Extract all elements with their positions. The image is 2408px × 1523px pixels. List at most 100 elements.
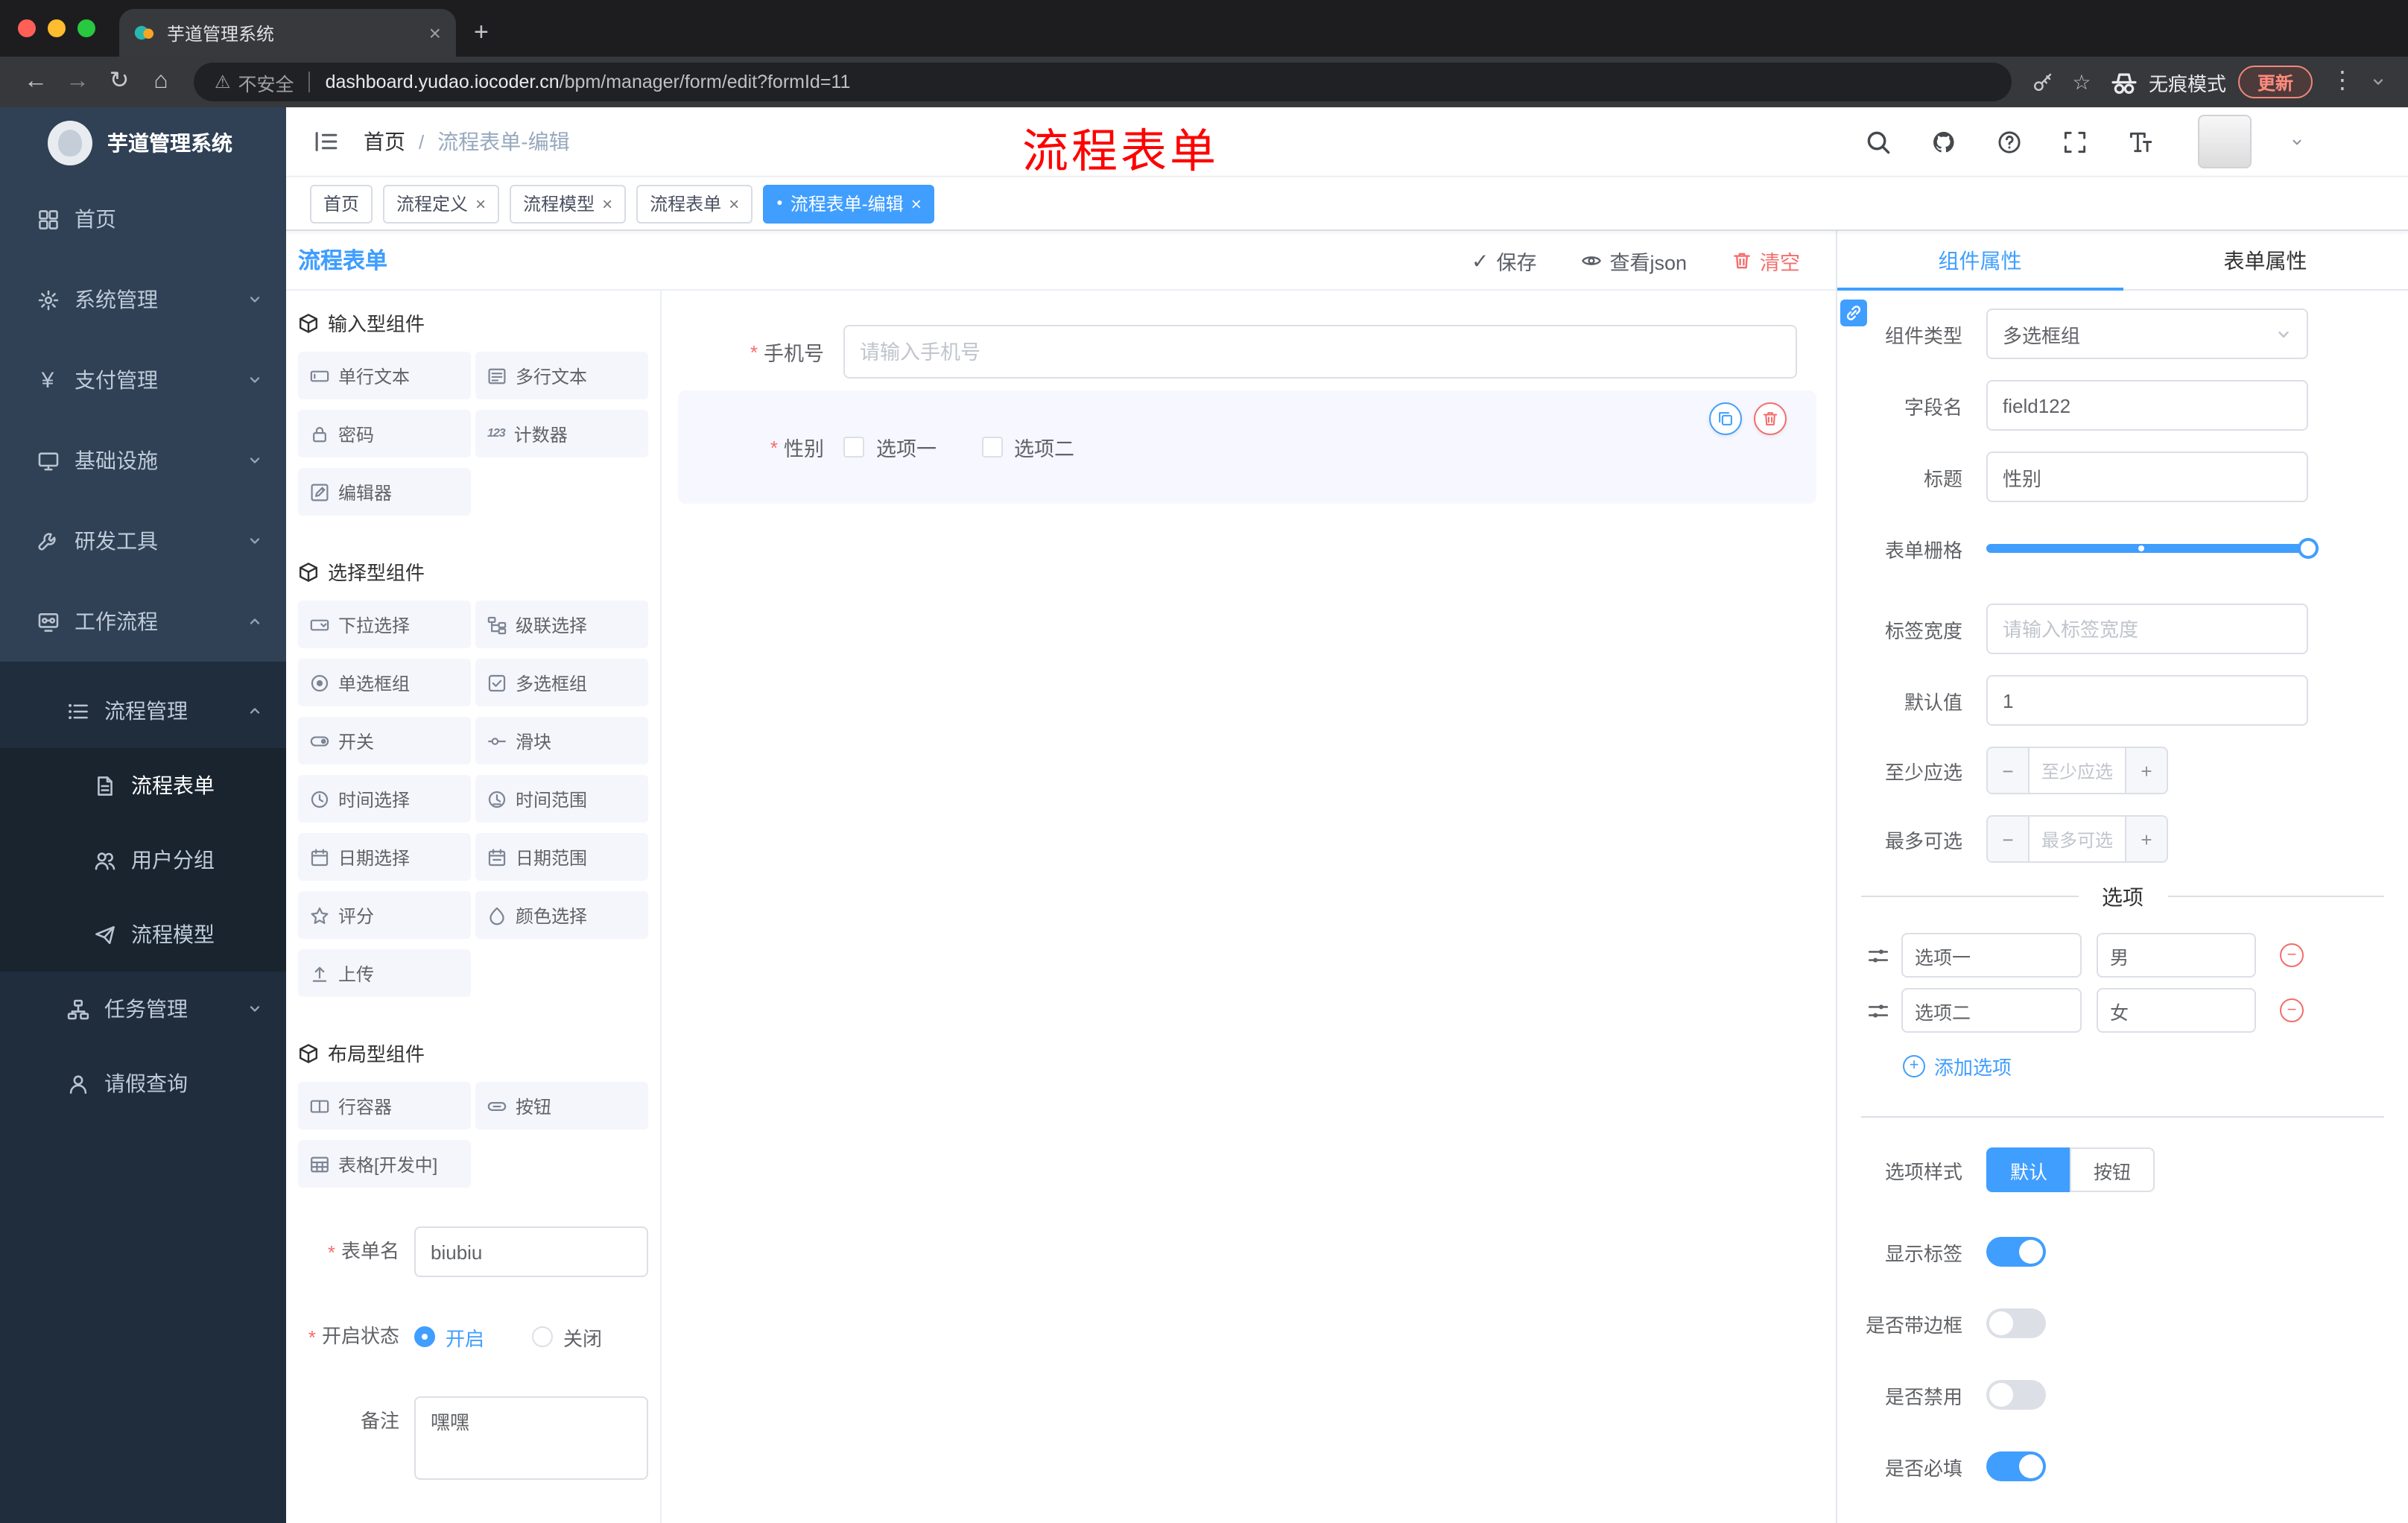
breadcrumb-home[interactable]: 首页: [364, 127, 405, 156]
toolbar-chevron-icon[interactable]: [2363, 75, 2393, 89]
user-avatar[interactable]: [2198, 115, 2252, 168]
sidebar-item-process-form[interactable]: 流程表单: [0, 748, 286, 823]
back-button[interactable]: ←: [15, 61, 57, 103]
form-canvas[interactable]: *手机号 *性别 选项一 选项二: [662, 291, 1836, 1523]
option-1-label-input[interactable]: [1901, 933, 2082, 978]
page-tab-home[interactable]: 首页: [310, 184, 373, 223]
form-remark-textarea[interactable]: 嘿嘿: [414, 1396, 648, 1480]
page-tab-process-form[interactable]: 流程表单 ×: [636, 184, 753, 223]
help-icon[interactable]: [1995, 129, 2022, 154]
sidebar-item-leave-query[interactable]: 请假查询: [0, 1046, 286, 1121]
sidebar-item-task-mgmt[interactable]: 任务管理: [0, 972, 286, 1046]
new-tab-button[interactable]: +: [474, 19, 489, 45]
sidebar-item-process-model[interactable]: 流程模型: [0, 897, 286, 972]
view-json-button[interactable]: 查看json: [1581, 245, 1687, 275]
title-input[interactable]: [1986, 452, 2308, 502]
min-select-stepper[interactable]: − 至少应选 +: [1986, 747, 2168, 794]
sidebar-item-home[interactable]: 首页: [0, 179, 286, 259]
bookmark-star-icon[interactable]: ☆: [2062, 61, 2101, 103]
save-button[interactable]: ✓ 保存: [1471, 245, 1536, 275]
sidebar-item-payment[interactable]: ¥ 支付管理: [0, 340, 286, 420]
address-bar[interactable]: ⚠ 不安全 dashboard.yudao.iocoder.cn/bpm/man…: [194, 63, 2012, 101]
decrease-button[interactable]: −: [1988, 748, 2030, 793]
tab-close-icon[interactable]: ×: [729, 194, 739, 212]
palette-item-date-picker[interactable]: 日期选择: [298, 833, 471, 881]
increase-button[interactable]: +: [2125, 748, 2167, 793]
page-tab-process-form-edit[interactable]: ● 流程表单-编辑 ×: [763, 184, 935, 223]
max-select-stepper[interactable]: − 最多可选 +: [1986, 815, 2168, 863]
browser-tab[interactable]: 芋道管理系统 ×: [119, 9, 456, 57]
palette-item-single-text[interactable]: 单行文本: [298, 352, 471, 399]
avatar-caret-icon[interactable]: [2290, 135, 2304, 148]
palette-item-radio-group[interactable]: 单选框组: [298, 659, 471, 706]
required-switch[interactable]: [1986, 1451, 2046, 1481]
decrease-button[interactable]: −: [1988, 817, 2030, 861]
palette-item-time-range[interactable]: 时间范围: [475, 775, 648, 823]
checkbox-box[interactable]: [843, 437, 864, 457]
github-icon[interactable]: [1930, 129, 1956, 154]
delete-widget-button[interactable]: [1754, 402, 1787, 435]
palette-item-table[interactable]: 表格[开发中]: [298, 1140, 471, 1188]
palette-item-editor[interactable]: 编辑器: [298, 468, 471, 516]
tab-close-icon[interactable]: ×: [911, 194, 922, 212]
style-button-button[interactable]: 按钮: [2070, 1147, 2155, 1192]
palette-item-select[interactable]: 下拉选择: [298, 601, 471, 648]
password-key-icon[interactable]: [2024, 61, 2062, 103]
sidebar-item-infra[interactable]: 基础设施: [0, 420, 286, 501]
with-border-switch[interactable]: [1986, 1308, 2046, 1338]
sidebar-item-process-mgmt[interactable]: 流程管理: [0, 674, 286, 748]
palette-item-upload[interactable]: 上传: [298, 949, 471, 997]
tab-close-icon[interactable]: ×: [429, 22, 441, 43]
link-field-button[interactable]: [1840, 300, 1867, 326]
reload-button[interactable]: ↻: [98, 61, 140, 103]
slider-track[interactable]: [1986, 538, 2319, 559]
gender-option-1-checkbox[interactable]: 选项一: [843, 432, 937, 462]
min-select-value[interactable]: 至少应选: [2030, 748, 2125, 793]
label-width-input[interactable]: [1986, 604, 2308, 654]
update-button[interactable]: 更新: [2237, 66, 2313, 98]
status-on-radio[interactable]: 开启: [414, 1323, 484, 1351]
palette-item-password[interactable]: 密码: [298, 410, 471, 457]
slider-handle[interactable]: [2298, 538, 2319, 559]
collapse-sidebar-button[interactable]: [310, 128, 343, 155]
page-tab-process-definition[interactable]: 流程定义 ×: [383, 184, 500, 223]
sidebar-item-workflow[interactable]: 工作流程: [0, 581, 286, 662]
form-name-input[interactable]: [414, 1226, 648, 1277]
drag-handle-icon[interactable]: [1867, 944, 1889, 966]
font-size-icon[interactable]: [2126, 129, 2153, 154]
palette-item-date-range[interactable]: 日期范围: [475, 833, 648, 881]
field-name-input[interactable]: [1986, 380, 2308, 431]
increase-button[interactable]: +: [2125, 817, 2167, 861]
palette-item-cascader[interactable]: 级联选择: [475, 601, 648, 648]
palette-item-slider[interactable]: 滑块: [475, 717, 648, 764]
copy-widget-button[interactable]: [1709, 402, 1742, 435]
forward-button[interactable]: →: [57, 61, 98, 103]
tab-close-icon[interactable]: ×: [602, 194, 612, 212]
sidebar-item-devtools[interactable]: 研发工具: [0, 501, 286, 581]
palette-item-counter[interactable]: 123 计数器: [475, 410, 648, 457]
palette-item-color-picker[interactable]: 颜色选择: [475, 891, 648, 939]
gender-field-widget-selected[interactable]: * 性别 选项一 选项二: [678, 390, 1816, 504]
option-2-value-input[interactable]: [2097, 988, 2256, 1033]
remove-option-button[interactable]: −: [2280, 943, 2304, 967]
form-grid-slider[interactable]: [1986, 523, 2319, 574]
style-default-button[interactable]: 默认: [1986, 1147, 2072, 1192]
sidebar-item-user-group[interactable]: 用户分组: [0, 823, 286, 897]
status-off-radio[interactable]: 关闭: [532, 1323, 602, 1351]
add-option-button[interactable]: + 添加选项: [1903, 1048, 2408, 1083]
home-button[interactable]: ⌂: [140, 61, 182, 103]
max-select-value[interactable]: 最多可选: [2030, 817, 2125, 861]
tab-component-props[interactable]: 组件属性: [1837, 231, 2123, 291]
default-value-input[interactable]: [1986, 675, 2308, 726]
phone-field-widget[interactable]: * 手机号: [678, 325, 1816, 379]
fullscreen-icon[interactable]: [2061, 129, 2088, 154]
security-warning-icon[interactable]: ⚠: [215, 73, 231, 91]
palette-item-rate[interactable]: 评分: [298, 891, 471, 939]
phone-input[interactable]: [843, 325, 1797, 379]
tab-close-icon[interactable]: ×: [475, 194, 486, 212]
option-1-value-input[interactable]: [2097, 933, 2256, 978]
gender-option-2-checkbox[interactable]: 选项二: [981, 432, 1074, 462]
browser-menu-icon[interactable]: ⋮: [2322, 61, 2363, 103]
window-minimize-button[interactable]: [48, 19, 66, 37]
window-close-button[interactable]: [18, 19, 36, 37]
